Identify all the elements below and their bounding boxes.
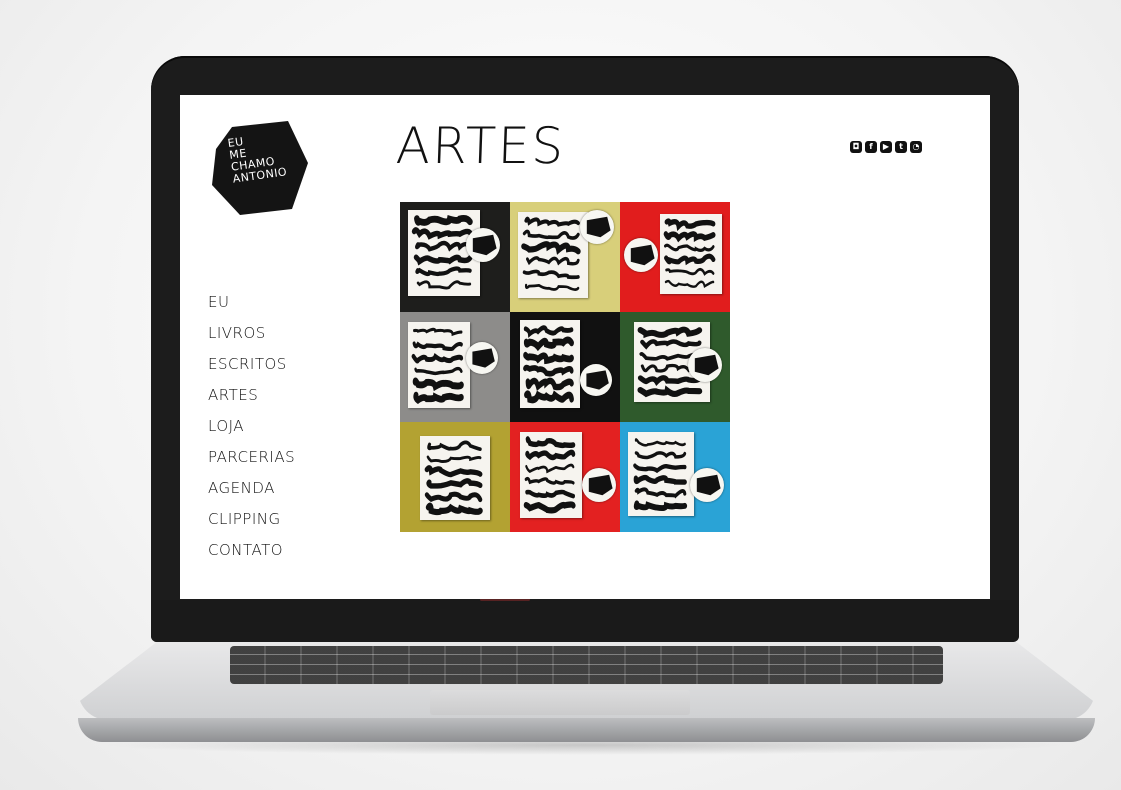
nav-item-loja[interactable]: LOJA xyxy=(208,411,295,442)
gallery-tile[interactable] xyxy=(620,422,730,532)
nav-item-artes[interactable]: ARTES xyxy=(208,380,295,411)
logo-sticker xyxy=(688,348,722,382)
youtube-icon[interactable]: ▶ xyxy=(880,141,892,153)
instagram-icon[interactable]: ◘ xyxy=(850,141,862,153)
gallery-tile[interactable] xyxy=(400,312,510,422)
nav-item-escritos[interactable]: ESCRITOS xyxy=(208,349,295,380)
laptop-base-edge xyxy=(78,718,1095,742)
gallery-tile[interactable] xyxy=(510,422,620,532)
gallery-tile[interactable] xyxy=(620,202,730,312)
logo-sticker xyxy=(582,468,616,502)
handwritten-art xyxy=(424,440,483,516)
social-icons: ◘ f ▶ t ◔ xyxy=(850,141,922,153)
artwork-paper xyxy=(408,322,470,408)
handwritten-art xyxy=(411,327,464,405)
gallery-tile[interactable] xyxy=(400,202,510,312)
logo-text: EU ME CHAMO ANTONIO xyxy=(227,128,303,186)
nav-item-clipping[interactable]: CLIPPING xyxy=(208,504,295,535)
laptop-screen: EU ME CHAMO ANTONIO ARTES ◘ f ▶ t ◔ EU L… xyxy=(180,95,990,599)
gallery-tile[interactable] xyxy=(510,312,620,422)
main-nav: EU LIVROS ESCRITOS ARTES LOJA PARCERIAS … xyxy=(208,287,295,566)
laptop-screen-bezel-bottom xyxy=(151,600,1019,642)
artwork-paper xyxy=(520,320,580,408)
nav-item-contato[interactable]: CONTATO xyxy=(208,535,295,566)
logo-sticker xyxy=(690,468,724,502)
page-title: ARTES xyxy=(394,117,567,175)
gallery-tile[interactable] xyxy=(400,422,510,532)
twitter-icon[interactable]: t xyxy=(895,141,907,153)
laptop-trackpad xyxy=(430,690,690,715)
nav-item-eu[interactable]: EU xyxy=(208,287,295,318)
handwritten-art xyxy=(633,438,688,512)
laptop-keyboard xyxy=(230,646,943,684)
handwritten-art xyxy=(523,325,574,404)
logo-sticker xyxy=(580,364,612,396)
nav-item-parcerias[interactable]: PARCERIAS xyxy=(208,442,295,473)
artwork-paper xyxy=(628,432,694,516)
artwork-paper xyxy=(660,214,722,294)
handwritten-art xyxy=(663,218,716,289)
facebook-icon[interactable]: f xyxy=(865,141,877,153)
site-logo[interactable]: EU ME CHAMO ANTONIO xyxy=(210,119,310,217)
handwritten-art xyxy=(521,216,581,291)
gallery-tile[interactable] xyxy=(620,312,730,422)
logo-sticker xyxy=(466,342,498,374)
artwork-paper xyxy=(520,432,582,518)
art-gallery-grid xyxy=(400,202,730,532)
nav-item-agenda[interactable]: AGENDA xyxy=(208,473,295,504)
artwork-paper xyxy=(518,212,588,298)
laptop-mockup-scene: EU ME CHAMO ANTONIO ARTES ◘ f ▶ t ◔ EU L… xyxy=(0,0,1121,790)
gallery-tile[interactable] xyxy=(510,202,620,312)
handwritten-art xyxy=(523,436,576,514)
artwork-paper xyxy=(420,436,490,520)
logo-sticker xyxy=(580,210,614,244)
logo-sticker xyxy=(624,238,658,272)
logo-sticker xyxy=(466,228,500,262)
rss-icon[interactable]: ◔ xyxy=(910,141,922,153)
nav-item-livros[interactable]: LIVROS xyxy=(208,318,295,349)
